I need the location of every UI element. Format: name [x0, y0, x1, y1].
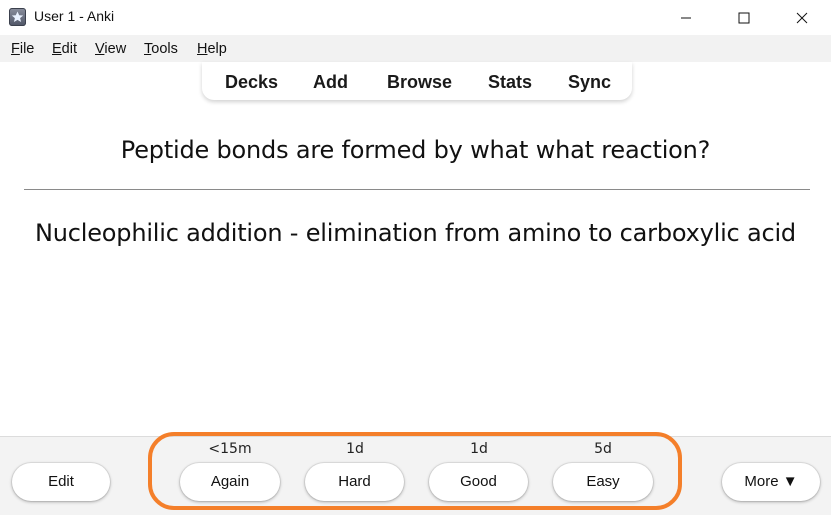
menu-view[interactable]: View — [95, 41, 126, 57]
easy-interval: 5d — [594, 441, 612, 457]
again-interval: <15m — [208, 441, 252, 457]
close-button[interactable] — [773, 0, 831, 35]
maximize-button[interactable] — [715, 0, 773, 35]
menu-file[interactable]: File — [11, 41, 34, 57]
card-answer: Nucleophilic addition - elimination from… — [35, 219, 796, 247]
main-toolbar: Decks Add Browse Stats Sync — [202, 62, 632, 100]
hard-button[interactable]: Hard — [305, 463, 404, 501]
easy-button[interactable]: Easy — [553, 463, 653, 501]
maximize-icon — [738, 12, 750, 24]
again-button[interactable]: Again — [180, 463, 280, 501]
answer-divider — [24, 189, 810, 190]
tab-browse[interactable]: Browse — [387, 72, 452, 93]
menu-tools[interactable]: Tools — [144, 41, 178, 57]
anki-app-icon — [9, 8, 26, 26]
good-button[interactable]: Good — [429, 463, 528, 501]
close-icon — [796, 12, 808, 24]
tab-add[interactable]: Add — [313, 72, 348, 93]
edit-button[interactable]: Edit — [12, 463, 110, 501]
window-title: User 1 - Anki — [34, 8, 115, 24]
minimize-icon — [681, 17, 691, 19]
tab-decks[interactable]: Decks — [225, 72, 278, 93]
menu-help[interactable]: Help — [197, 41, 227, 57]
more-button[interactable]: More ▼ — [722, 463, 820, 501]
menu-bar: File Edit View Tools Help — [0, 35, 831, 62]
tab-stats[interactable]: Stats — [488, 72, 532, 93]
review-bar: Edit <15m Again 1d Hard 1d Good 5d Easy … — [0, 436, 831, 515]
menu-edit[interactable]: Edit — [52, 41, 77, 57]
tab-sync[interactable]: Sync — [568, 72, 611, 93]
title-bar: User 1 - Anki — [0, 0, 831, 35]
minimize-button[interactable] — [657, 0, 715, 35]
good-interval: 1d — [470, 441, 488, 457]
hard-interval: 1d — [346, 441, 364, 457]
card-question: Peptide bonds are formed by what what re… — [120, 136, 711, 164]
